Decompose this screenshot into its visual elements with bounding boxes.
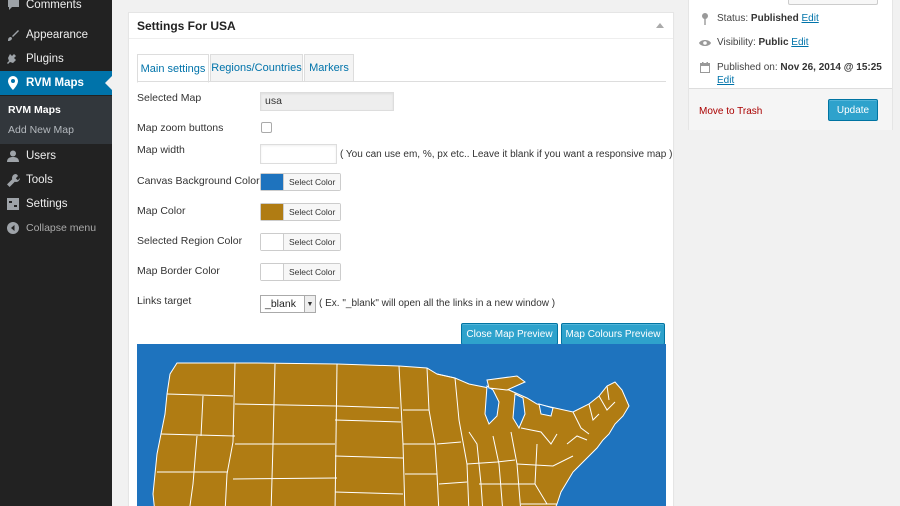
chevron-down-icon: ▼ [304,296,315,312]
sidebar-item-rvm-maps[interactable]: RVM Maps [0,71,112,95]
tab-divider [137,81,666,82]
status-label: Status: [717,13,749,24]
usa-map [137,344,666,506]
sidebar-item-users[interactable]: Users [0,144,112,168]
edit-date-link[interactable]: Edit [717,75,734,86]
status-row: Status: Published Edit [699,13,819,25]
sidebar-item-plugins[interactable]: Plugins [0,47,112,71]
toggle-panel-icon[interactable] [656,23,664,28]
selected-region-label: Selected Region Color [137,235,243,247]
settings-icon [6,197,20,211]
user-icon [6,149,20,163]
status-value: Published [750,13,799,24]
calendar-icon [699,61,711,73]
map-width-label: Map width [137,144,185,156]
map-color-label: Map Color [137,205,186,217]
pin-icon [699,13,711,25]
close-map-preview-button[interactable]: Close Map Preview [461,323,558,345]
sidebar-item-label: RVM Maps [26,77,84,89]
sidebar-item-label: Appearance [26,29,89,41]
sidebar-item-tools[interactable]: Tools [0,168,112,192]
move-to-trash-link[interactable]: Move to Trash [699,106,762,117]
comment-icon [6,0,20,12]
links-target-select[interactable]: _blank ▼ [260,295,316,313]
map-width-hint: ( You can use em, %, px etc.. Leave it b… [340,149,673,160]
published-on-text: Published on: Nov 26, 2014 @ 15:25 Edit [717,61,882,87]
zoom-buttons-checkbox[interactable] [261,122,272,133]
map-marker-icon [6,76,20,90]
postbox-header: Settings For USA [129,13,673,39]
sidebar-item-label: Comments [26,0,82,11]
sidebar-item-comments[interactable]: Comments [0,0,112,17]
visibility-text: Visibility: Public Edit [717,37,809,48]
collapse-arrow-icon [6,221,20,235]
selected-region-color-picker[interactable]: Select Color [260,233,342,251]
rvm-maps-submenu: RVM Maps Add New Map [0,96,112,144]
select-color-label: Select Color [283,234,341,250]
submenu-item-rvm-maps[interactable]: RVM Maps [8,104,61,116]
preview-changes-button[interactable] [788,0,878,5]
color-swatch [261,234,283,250]
select-color-label: Select Color [283,204,341,220]
collapse-menu-button[interactable]: Collapse menu [0,216,112,240]
sidebar-item-label: Users [26,150,57,162]
map-preview-canvas [137,344,666,506]
canvas-bg-label: Canvas Background Color [137,175,260,187]
admin-sidebar: Comments Appearance Plugins RVM Maps RVM… [0,0,112,506]
color-swatch [261,264,283,280]
border-color-picker[interactable]: Select Color [260,263,342,281]
map-colours-preview-button[interactable]: Map Colours Preview [561,323,665,345]
published-on-row: Published on: Nov 26, 2014 @ 15:25 Edit [699,61,882,87]
links-target-value: _blank [265,298,296,310]
status-text: Status: Published Edit [717,13,819,24]
selected-map-field: usa [260,92,394,111]
visibility-label: Visibility: [717,37,756,48]
edit-visibility-link[interactable]: Edit [791,37,808,48]
settings-postbox: Settings For USA Main settings Regions/C… [128,12,674,506]
map-width-input[interactable] [260,144,337,164]
sidebar-item-appearance[interactable]: Appearance [0,23,112,47]
postbox-title: Settings For USA [137,18,236,33]
selected-map-label: Selected Map [137,92,202,104]
border-color-label: Map Border Color [137,265,220,277]
plugin-icon [6,52,20,66]
visibility-value: Public [758,37,789,48]
visibility-row: Visibility: Public Edit [699,37,809,49]
links-target-label: Links target [137,295,192,307]
published-on-value: Nov 26, 2014 @ 15:25 [780,62,882,73]
update-button[interactable]: Update [828,99,878,121]
links-target-hint: ( Ex. "_blank" will open all the links i… [319,298,556,309]
tab-main-settings[interactable]: Main settings [137,54,209,83]
sidebar-item-label: Plugins [26,53,64,65]
wrench-icon [6,173,20,187]
canvas-bg-color-picker[interactable]: Select Color [260,173,342,191]
select-color-label: Select Color [283,174,341,190]
tab-markers[interactable]: Markers [304,54,354,82]
publish-box: Status: Published Edit Visibility: Publi… [688,0,893,130]
sidebar-item-label: Settings [26,198,68,210]
published-on-label: Published on: [717,62,778,73]
paintbrush-icon [6,28,20,42]
publish-actions: Move to Trash Update [689,88,892,130]
map-color-picker[interactable]: Select Color [260,203,342,221]
sidebar-item-label: Tools [26,174,53,186]
color-swatch [261,174,283,190]
select-color-label: Select Color [283,264,341,280]
eye-icon [699,37,711,49]
collapse-menu-label: Collapse menu [26,222,97,234]
sidebar-item-settings[interactable]: Settings [0,192,112,216]
tab-regions-countries[interactable]: Regions/Countries [210,54,303,82]
submenu-item-add-new-map[interactable]: Add New Map [8,124,74,136]
color-swatch [261,204,283,220]
edit-status-link[interactable]: Edit [802,13,819,24]
zoom-buttons-label: Map zoom buttons [137,122,224,134]
